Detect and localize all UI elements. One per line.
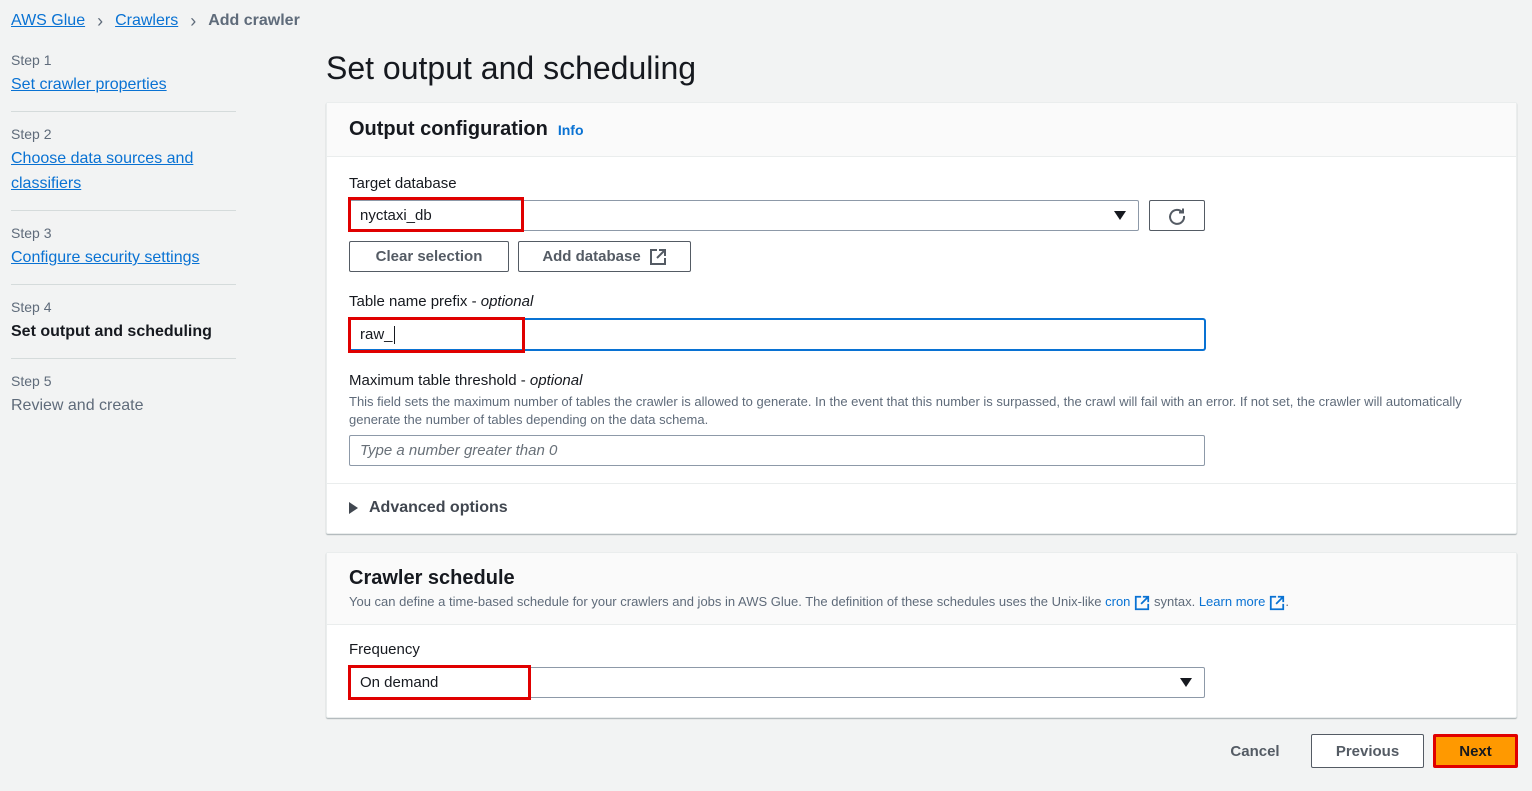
previous-button[interactable]: Previous	[1311, 734, 1424, 768]
table-threshold-description: This field sets the maximum number of ta…	[349, 394, 1462, 427]
step-5: Step 5 Review and create	[11, 373, 236, 432]
step-link-data-sources[interactable]: Choose data sources and classifiers	[11, 146, 196, 196]
caret-right-icon	[349, 502, 358, 514]
page-title: Set output and scheduling	[326, 50, 697, 86]
caret-down-icon	[1114, 211, 1126, 220]
breadcrumb: AWS Glue › Crawlers › Add crawler	[11, 12, 300, 30]
table-threshold-label-text: Maximum table threshold -	[349, 372, 530, 389]
step-number: Step 1	[11, 52, 52, 68]
caret-down-icon	[1180, 678, 1192, 687]
refresh-button[interactable]	[1149, 200, 1205, 231]
optional-text: optional	[529, 372, 583, 389]
divider	[327, 483, 1516, 484]
next-button[interactable]: Next	[1433, 734, 1518, 768]
step-2: Step 2 Choose data sources and classifie…	[11, 126, 236, 211]
schedule-desc-end: .	[1285, 594, 1289, 609]
breadcrumb-crawlers[interactable]: Crawlers	[115, 12, 178, 30]
step-link-crawler-properties[interactable]: Set crawler properties	[11, 76, 167, 93]
table-threshold-input[interactable]: Type a number greater than 0	[349, 435, 1205, 466]
breadcrumb-aws-glue[interactable]: AWS Glue	[11, 12, 85, 30]
chevron-right-icon: ›	[97, 11, 104, 31]
chevron-right-icon: ›	[190, 11, 197, 31]
step-number: Step 3	[11, 225, 52, 241]
add-database-button[interactable]: Add database	[518, 241, 691, 272]
schedule-desc-text: You can define a time-based schedule for…	[349, 594, 1106, 609]
wizard-steps: Step 1 Set crawler properties Step 2 Cho…	[11, 52, 236, 446]
learn-more-link[interactable]: Learn more	[1199, 594, 1265, 609]
panel-title: Output configuration	[349, 118, 548, 140]
external-link-icon	[1270, 595, 1285, 610]
frequency-value: On demand	[360, 674, 439, 691]
external-link-icon	[1135, 595, 1150, 610]
external-link-icon	[649, 248, 666, 265]
cancel-button[interactable]: Cancel	[1215, 734, 1295, 768]
advanced-options-toggle[interactable]: Advanced options	[349, 499, 508, 517]
crawler-schedule-panel: Crawler schedule You can define a time-b…	[326, 552, 1517, 718]
cron-link[interactable]: cron	[1105, 594, 1130, 609]
step-4: Step 4 Set output and scheduling	[11, 299, 236, 359]
step-number: Step 4	[11, 299, 52, 315]
step-link-security-settings[interactable]: Configure security settings	[11, 249, 200, 266]
frequency-label: Frequency	[349, 641, 420, 658]
table-prefix-input[interactable]: raw_	[349, 319, 1205, 350]
schedule-description: You can define a time-based schedule for…	[349, 594, 1494, 611]
step-review-create: Review and create	[11, 397, 144, 414]
table-prefix-label: Table name prefix - optional	[349, 293, 533, 310]
refresh-icon	[1169, 208, 1186, 225]
target-database-label: Target database	[349, 175, 457, 192]
step-3: Step 3 Configure security settings	[11, 225, 236, 285]
table-prefix-value: raw_	[360, 326, 393, 343]
target-database-value: nyctaxi_db	[360, 207, 432, 224]
output-configuration-panel: Output configuration Info Target databas…	[326, 102, 1517, 534]
step-number: Step 5	[11, 373, 52, 389]
target-database-select[interactable]: nyctaxi_db	[349, 200, 1139, 231]
table-prefix-label-text: Table name prefix -	[349, 293, 481, 310]
panel-header: Output configuration Info	[327, 103, 1516, 157]
panel-title: Crawler schedule	[349, 567, 515, 589]
clear-selection-button[interactable]: Clear selection	[349, 241, 509, 272]
step-current-output-scheduling: Set output and scheduling	[11, 323, 212, 340]
add-database-label: Add database	[542, 248, 641, 265]
step-1: Step 1 Set crawler properties	[11, 52, 236, 112]
breadcrumb-current: Add crawler	[208, 12, 300, 29]
frequency-select[interactable]: On demand	[349, 667, 1205, 698]
advanced-options-label: Advanced options	[369, 499, 508, 516]
optional-text: optional	[480, 293, 534, 310]
step-number: Step 2	[11, 126, 52, 142]
schedule-desc-middle: syntax.	[1150, 594, 1199, 609]
text-cursor	[393, 325, 395, 344]
table-threshold-placeholder: Type a number greater than 0	[360, 442, 558, 459]
table-threshold-label: Maximum table threshold - optional	[349, 372, 582, 389]
info-link[interactable]: Info	[558, 122, 584, 138]
panel-header: Crawler schedule You can define a time-b…	[327, 553, 1516, 625]
